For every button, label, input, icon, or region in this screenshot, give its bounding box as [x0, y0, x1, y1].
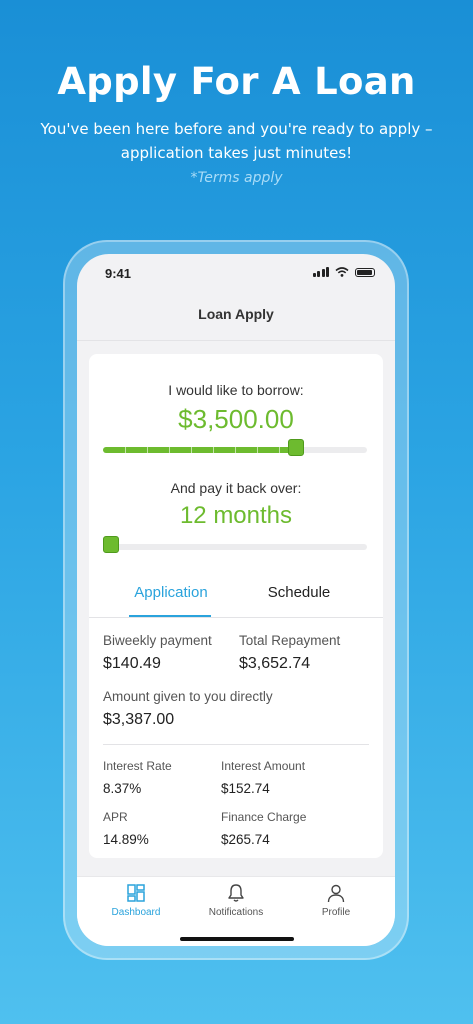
terms-note: *Terms apply [190, 170, 283, 186]
hero-title: Apply For A Loan [57, 60, 416, 103]
interest-rate-value: 8.37% [103, 781, 142, 796]
status-bar: 9:41 [77, 254, 395, 294]
borrow-slider-thumb[interactable] [288, 439, 304, 456]
tab-application[interactable]: Application [121, 584, 221, 601]
slider-tick [235, 447, 236, 453]
slider-tick [257, 447, 258, 453]
apr-value: 14.89% [103, 832, 149, 847]
slider-tick [213, 447, 214, 453]
apr-label: APR [103, 810, 128, 824]
phone-screen: 9:41 Loan Apply I would like to borrow: … [77, 254, 395, 946]
payback-label: And pay it back over: [170, 480, 302, 496]
borrow-label: I would like to borrow: [168, 382, 304, 398]
biweekly-label: Biweekly payment [103, 633, 212, 648]
signal-icon [312, 267, 329, 277]
finance-charge-label: Finance Charge [221, 810, 307, 824]
hero-subtitle: You've been here before and you're ready… [40, 120, 433, 162]
home-indicator [180, 937, 294, 941]
tabs-divider [89, 617, 383, 618]
interest-amount-label: Interest Amount [221, 759, 306, 773]
dashboard-icon [127, 884, 145, 902]
slider-tick [191, 447, 192, 453]
bottom-tab-bar: Dashboard Notifications Profile [77, 876, 395, 946]
wifi-icon [335, 267, 349, 277]
term-slider[interactable] [103, 536, 367, 553]
status-icons [312, 267, 375, 277]
tab-schedule[interactable]: Schedule [249, 584, 349, 601]
bell-icon [228, 884, 244, 902]
user-icon [327, 884, 345, 903]
details-divider [103, 744, 369, 745]
tab-bar-top: Application Schedule [89, 578, 383, 618]
tab-profile[interactable]: Profile [291, 883, 381, 918]
tab-dashboard-label: Dashboard [111, 907, 161, 918]
borrow-slider-fill [103, 447, 296, 453]
total-repayment-label: Total Repayment [239, 633, 341, 648]
battery-icon [355, 267, 375, 277]
slider-tick [147, 447, 148, 453]
nav-divider [77, 340, 395, 341]
loan-card: I would like to borrow: $3,500.00 And pa… [89, 354, 383, 858]
interest-rate-label: Interest Rate [103, 759, 172, 773]
direct-amount-label: Amount given to you directly [103, 689, 273, 704]
biweekly-value: $140.49 [103, 655, 161, 672]
tab-notifications-label: Notifications [208, 907, 264, 918]
interest-amount-value: $152.74 [221, 781, 270, 796]
term-slider-thumb[interactable] [103, 536, 119, 553]
payback-term: 12 months [179, 502, 293, 529]
status-time: 9:41 [105, 266, 132, 281]
slider-tick [279, 447, 280, 453]
slider-tick [169, 447, 170, 453]
borrow-amount: $3,500.00 [178, 404, 294, 434]
page-title: Loan Apply [198, 306, 274, 322]
borrow-slider[interactable] [103, 439, 367, 456]
total-repayment-value: $3,652.74 [239, 655, 311, 672]
tab-profile-label: Profile [321, 907, 351, 918]
tab-notifications[interactable]: Notifications [191, 883, 281, 918]
tab-dashboard[interactable]: Dashboard [91, 883, 181, 918]
slider-tick [125, 447, 126, 453]
finance-charge-value: $265.74 [221, 832, 270, 847]
direct-amount-value: $3,387.00 [103, 711, 175, 728]
